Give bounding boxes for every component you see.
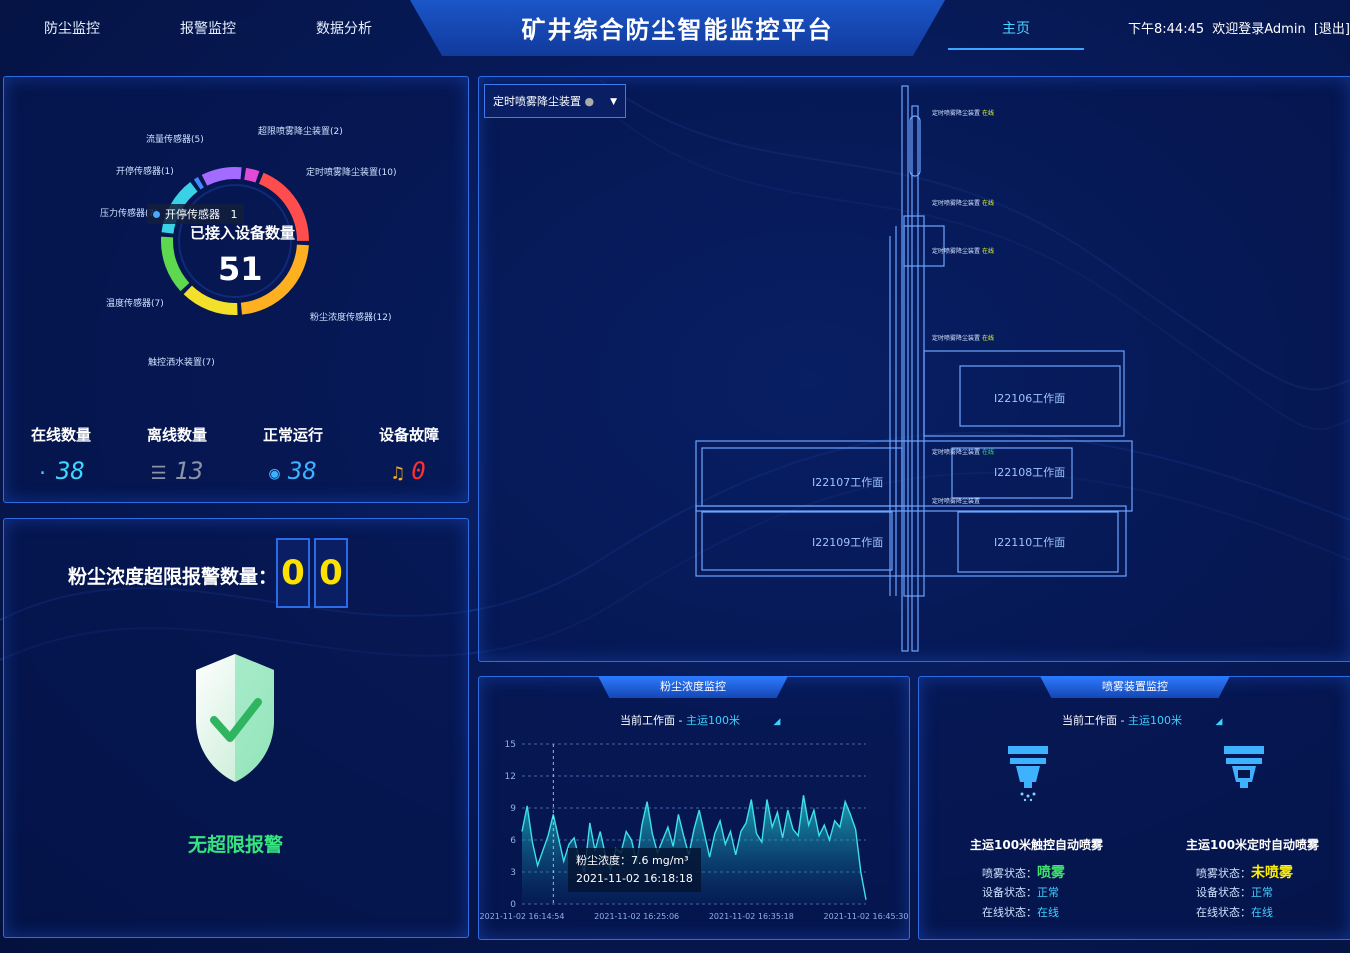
wifi-off-icon: ☰ bbox=[150, 463, 167, 484]
donut-label-2: 粉尘浓度传感器(12) bbox=[310, 313, 392, 323]
alarm-count-label: 粉尘浓度超限报警数量： bbox=[68, 566, 278, 588]
face-label-22107: I22107工作面 bbox=[812, 476, 884, 489]
nav-dust-monitor[interactable]: 防尘监控 bbox=[44, 18, 100, 38]
x-tick-label: 2021-11-02 16:14:54 bbox=[480, 912, 565, 921]
dust-concentration-chart: 0 3 6 9 12 15 2021-11-02 16:14:54 2021-11-02 16… bbox=[480, 740, 908, 921]
stat-normal: 正常运行 ◉ 38 bbox=[248, 424, 338, 485]
chart-tooltip: 粉尘浓度：7.6 mg/m³ 2021-11-02 16:18:18 bbox=[568, 848, 701, 892]
user-info: 下午8:44:45 欢迎登录Admin [退出] bbox=[1128, 18, 1350, 37]
face-label-22109: I22109工作面 bbox=[812, 536, 884, 549]
spray-workface[interactable]: 当前工作面 - 主运100米 ◢ bbox=[1062, 712, 1222, 728]
triangle-icon: ◢ bbox=[1215, 717, 1223, 727]
y-tick-label: 3 bbox=[510, 868, 516, 878]
donut-label-7: 流量传感器(5) bbox=[146, 135, 204, 145]
sprayer-icon bbox=[1008, 746, 1048, 802]
stat-fault: 设备故障 ♫ 0 bbox=[364, 424, 454, 485]
bell-icon: ♫ bbox=[392, 463, 404, 484]
face-label-22106: I22106工作面 bbox=[994, 392, 1066, 405]
y-tick-label: 12 bbox=[505, 772, 516, 782]
sprayer-2-device-status: 设备状态：正常 bbox=[1196, 886, 1273, 899]
stat-fault-value: 0 bbox=[411, 457, 426, 485]
x-tick-label: 2021-11-02 16:25:06 bbox=[594, 912, 679, 921]
sensor-label-4[interactable]: 定时喷雾降尘装置 在线 bbox=[932, 333, 994, 342]
donut-center-total: 51 bbox=[218, 250, 263, 288]
clock: 下午8:44:45 bbox=[1128, 22, 1205, 37]
donut-label-1: 定时喷雾降尘装置(10) bbox=[306, 168, 397, 178]
stat-online-label: 在线数量 bbox=[30, 426, 91, 444]
stat-normal-label: 正常运行 bbox=[262, 426, 323, 444]
donut-label-0: 超限喷雾降尘装置(2) bbox=[258, 127, 343, 137]
sprayer-2-name: 主运100米定时自动喷雾 bbox=[1186, 838, 1320, 852]
sprayer-2-spray-status: 喷雾状态：未喷雾 bbox=[1196, 865, 1293, 881]
donut-label-4: 温度传感器(7) bbox=[106, 299, 164, 309]
tab-home[interactable]: 主页 bbox=[948, 18, 1084, 50]
sprayer-1-spray-status: 喷雾状态：喷雾 bbox=[982, 865, 1065, 881]
donut-segment-7[interactable] bbox=[201, 167, 242, 186]
donut-segment-0[interactable] bbox=[244, 167, 260, 183]
donut-center-title: 已接入设备数量 bbox=[190, 224, 296, 242]
y-tick-label: 15 bbox=[505, 740, 516, 750]
sensor-label-1[interactable]: 定时喷雾降尘装置 在线 bbox=[932, 108, 994, 117]
sensor-label-2[interactable]: 定时喷雾降尘装置 在线 bbox=[932, 198, 994, 207]
stat-normal-value: 38 bbox=[287, 457, 317, 485]
sprayer-2-online-status: 在线状态：在线 bbox=[1196, 906, 1273, 919]
stat-fault-label: 设备故障 bbox=[378, 426, 439, 444]
top-bar: 防尘监控 报警监控 数据分析 矿井综合防尘智能监控平台 主页 下午8:44:45… bbox=[0, 0, 1350, 62]
sprayer-1-online-status: 在线状态：在线 bbox=[982, 906, 1059, 919]
x-tick-label: 2021-11-02 16:35:18 bbox=[709, 912, 794, 921]
stat-offline: 离线数量 ☰ 13 bbox=[132, 424, 222, 485]
donut-segment-6[interactable] bbox=[193, 177, 204, 190]
nav-alarm-monitor[interactable]: 报警监控 bbox=[180, 18, 236, 38]
y-tick-label: 6 bbox=[510, 836, 516, 846]
face-label-22108: I22108工作面 bbox=[994, 466, 1066, 479]
sensor-label-3[interactable]: 定时喷雾降尘装置 在线 bbox=[932, 246, 994, 255]
sensor-label-6[interactable]: 定时喷雾降尘装置 bbox=[932, 496, 980, 505]
y-tick-label: 0 bbox=[510, 900, 516, 910]
logout-link[interactable]: [退出] bbox=[1314, 22, 1350, 37]
sensor-label-5[interactable]: 定时喷雾降尘装置 在线 bbox=[932, 447, 994, 456]
alarm-digit-1: 0 bbox=[276, 538, 310, 608]
sprayer-1-device-status: 设备状态：正常 bbox=[982, 886, 1059, 899]
stat-online: 在线数量 · 38 bbox=[16, 424, 106, 485]
donut-tooltip: 开停传感器 1 bbox=[147, 204, 244, 224]
donut-label-6: 开停传感器(1) bbox=[116, 167, 174, 177]
alarm-digit-2: 0 bbox=[314, 538, 348, 608]
donut-label-3: 触控洒水装置(7) bbox=[148, 358, 215, 368]
face-label-22110: I22110工作面 bbox=[994, 536, 1066, 549]
stat-offline-value: 13 bbox=[174, 457, 204, 485]
y-tick-label: 9 bbox=[510, 804, 516, 814]
chevron-down-icon: ▼ bbox=[610, 97, 617, 107]
welcome-text: 欢迎登录Admin bbox=[1212, 22, 1306, 37]
wifi-icon: · bbox=[37, 463, 48, 484]
mine-map bbox=[695, 85, 1133, 652]
device-type-select[interactable]: 定时喷雾降尘装置 ● ▼ bbox=[484, 84, 626, 118]
sprayer-icon bbox=[1224, 746, 1264, 788]
sprayer-1-name: 主运100米触控自动喷雾 bbox=[970, 838, 1104, 852]
spray-panel-header: 喷雾装置监控 bbox=[1040, 676, 1230, 698]
nav-data-analysis[interactable]: 数据分析 bbox=[316, 18, 372, 38]
normal-ring-icon: ◉ bbox=[269, 463, 280, 484]
stat-offline-label: 离线数量 bbox=[146, 426, 207, 444]
shield-check-icon bbox=[196, 654, 274, 782]
stat-online-value: 38 bbox=[55, 457, 85, 485]
x-tick-label: 2021-11-02 16:45:30 bbox=[824, 912, 908, 921]
page-title: 矿井综合防尘智能监控平台 bbox=[521, 16, 834, 44]
no-alarm-status: 无超限报警 bbox=[188, 834, 284, 856]
